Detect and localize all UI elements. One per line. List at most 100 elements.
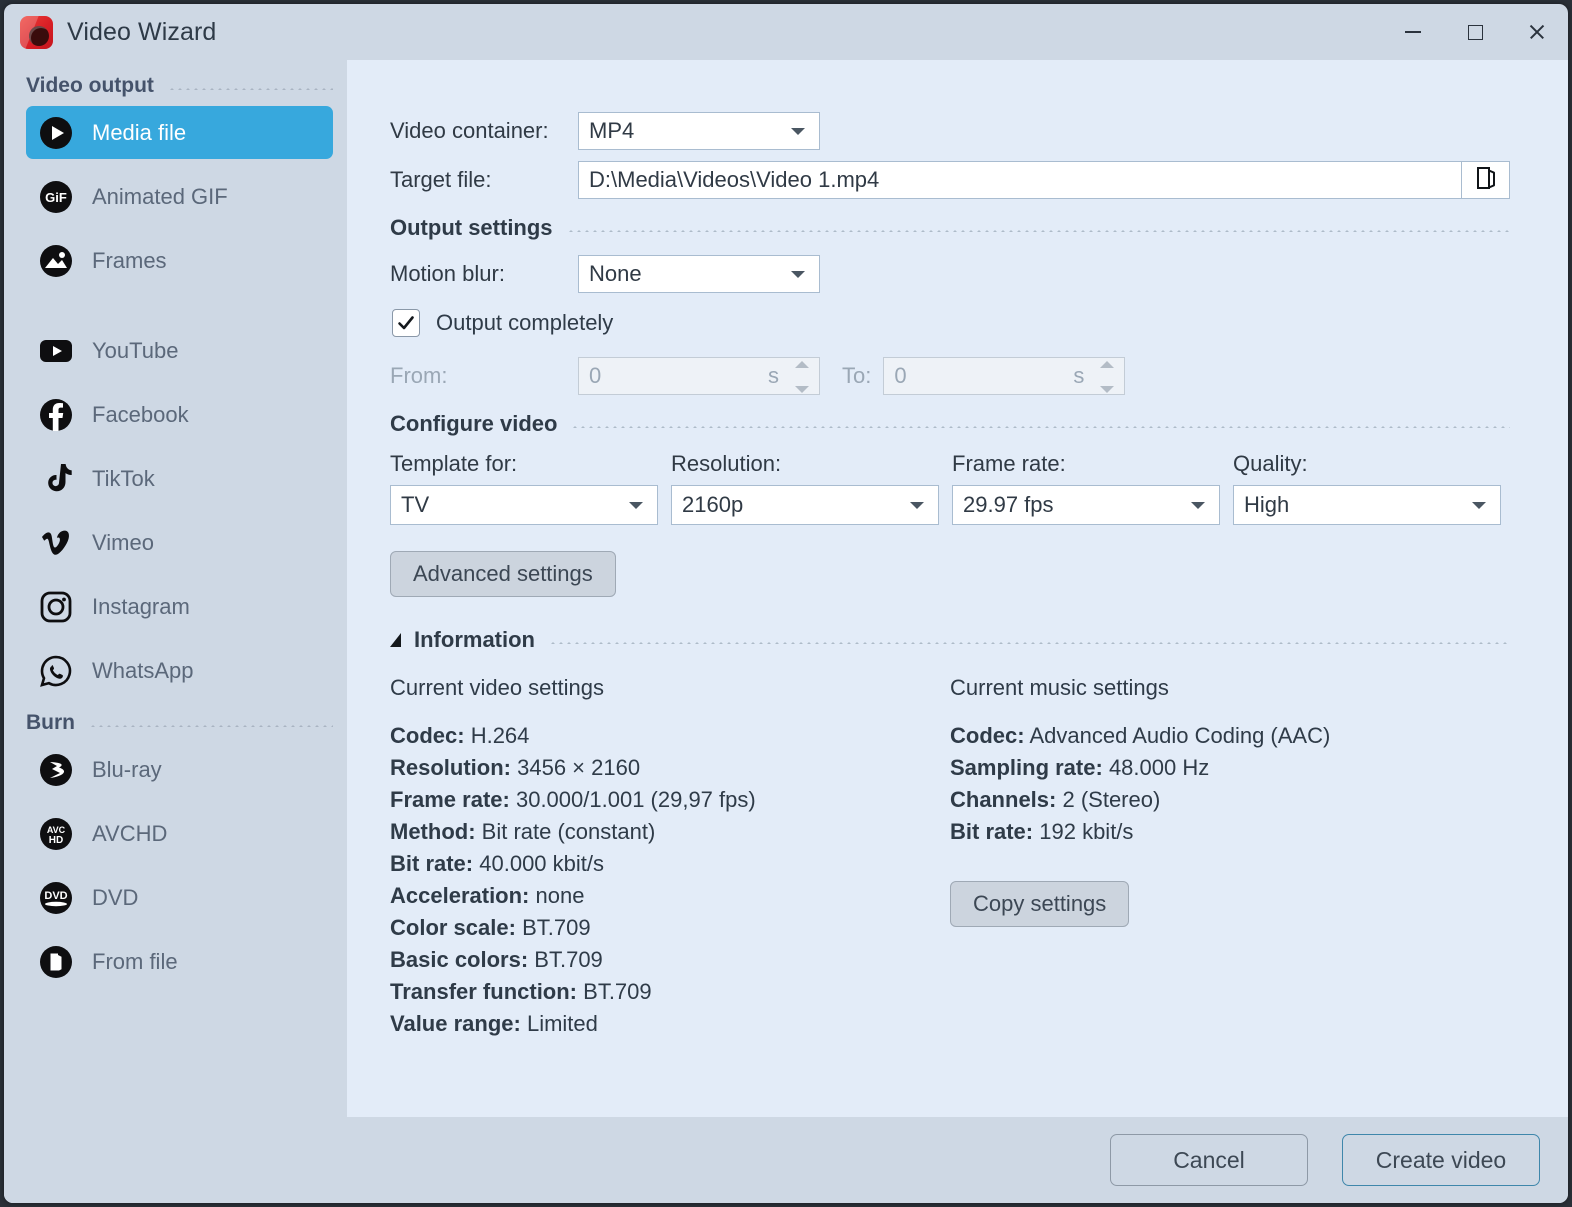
to-value: 0: [894, 363, 907, 388]
info-key: Bit rate:: [950, 819, 1034, 844]
info-row: Codec: Advanced Audio Coding (AAC): [950, 720, 1510, 752]
info-row: Transfer function: BT.709: [390, 976, 950, 1008]
sidebar-item-label: WhatsApp: [92, 657, 194, 683]
sidebar-item-label: Frames: [92, 247, 167, 273]
sidebar-item-vimeo[interactable]: Vimeo: [26, 516, 333, 569]
motion-blur-value: None: [589, 261, 642, 286]
target-file-row: Target file: D:\Media\Videos\Video 1.mp4: [390, 161, 1510, 199]
sidebar-item-tiktok[interactable]: TikTok: [26, 452, 333, 505]
frame-rate-value: 29.97 fps: [963, 492, 1054, 517]
sidebar-item-whatsapp[interactable]: WhatsApp: [26, 644, 333, 697]
stepper-up-icon[interactable]: [795, 361, 809, 368]
maximize-button[interactable]: [1444, 4, 1506, 60]
avchd-icon: AVC HD: [36, 814, 76, 854]
quality-select[interactable]: High: [1233, 485, 1501, 525]
template-for-label: Template for:: [390, 451, 518, 476]
info-key: Value range:: [390, 1011, 521, 1036]
info-value: 30.000/1.001 (29,97 fps): [515, 787, 756, 812]
close-button[interactable]: [1506, 4, 1568, 60]
checkmark-icon: [398, 316, 414, 330]
quality-value: High: [1244, 492, 1290, 517]
info-row: Resolution: 3456 × 2160: [390, 752, 950, 784]
frame-rate-select[interactable]: 29.97 fps: [952, 485, 1220, 525]
sidebar-item-label: Media file: [92, 119, 187, 145]
chevron-down-icon: [629, 502, 643, 509]
music-settings-list: Codec: Advanced Audio Coding (AAC) Sampl…: [950, 720, 1510, 848]
sidebar-section-burn: Burn: [26, 711, 333, 735]
info-key: Transfer function:: [390, 979, 578, 1004]
info-row: Codec: H.264: [390, 720, 950, 752]
dotted-divider: [167, 86, 333, 90]
play-circle-icon: [36, 113, 76, 153]
sidebar-item-blu-ray[interactable]: Blu-ray: [26, 743, 333, 796]
advanced-settings-button[interactable]: Advanced settings: [390, 551, 616, 597]
dotted-divider: [549, 639, 1510, 644]
create-video-button[interactable]: Create video: [1342, 1134, 1540, 1186]
sidebar-item-instagram[interactable]: Instagram: [26, 580, 333, 633]
video-wizard-window: Video Wizard Video output Media file GiF…: [4, 4, 1568, 1203]
info-row: Method: Bit rate (constant): [390, 816, 950, 848]
section-title: Video output: [26, 74, 154, 97]
info-row: Basic colors: BT.709: [390, 944, 950, 976]
output-settings-header: Output settings: [390, 215, 1510, 241]
info-key: Bit rate:: [390, 851, 474, 876]
resolution-field: Resolution: 2160p: [671, 451, 939, 525]
target-file-value: D:\Media\Videos\Video 1.mp4: [589, 167, 880, 192]
stepper-down-icon[interactable]: [795, 386, 809, 393]
info-row: Sampling rate: 48.000 Hz: [950, 752, 1510, 784]
svg-text:DVD: DVD: [44, 890, 67, 902]
info-value: BT.709: [583, 979, 652, 1004]
stepper-down-icon[interactable]: [1100, 386, 1115, 393]
dotted-divider: [566, 227, 1510, 232]
to-input[interactable]: 0 s: [883, 357, 1126, 395]
info-row: Acceleration: none: [390, 880, 950, 912]
sidebar-item-media-file[interactable]: Media file: [26, 106, 333, 159]
to-stepper[interactable]: [1096, 361, 1118, 393]
sidebar-item-from-file[interactable]: From file: [26, 935, 333, 988]
browse-target-file-button[interactable]: [1462, 161, 1510, 199]
info-row: Color scale: BT.709: [390, 912, 950, 944]
template-for-select[interactable]: TV: [390, 485, 658, 525]
target-file-input[interactable]: D:\Media\Videos\Video 1.mp4: [578, 161, 1462, 199]
video-settings-column: Current video settings Codec: H.264 Reso…: [390, 675, 950, 1040]
from-stepper[interactable]: [791, 361, 813, 393]
information-header[interactable]: Information: [390, 627, 1510, 653]
video-container-value: MP4: [589, 118, 635, 143]
sidebar-item-youtube[interactable]: YouTube: [26, 324, 333, 377]
sidebar-item-avchd[interactable]: AVC HD AVCHD: [26, 807, 333, 860]
template-for-field: Template for: TV: [390, 451, 658, 525]
chevron-down-icon: [1191, 502, 1205, 509]
sidebar-item-label: Instagram: [92, 593, 190, 619]
info-key: Method:: [390, 819, 476, 844]
copy-settings-button[interactable]: Copy settings: [950, 881, 1130, 927]
from-value: 0: [589, 363, 602, 388]
output-completely-checkbox[interactable]: [392, 309, 420, 337]
sidebar-item-dvd[interactable]: DVD DVD: [26, 871, 333, 924]
motion-blur-select[interactable]: None: [578, 255, 820, 293]
copy-settings-wrap: Copy settings: [950, 881, 1510, 927]
video-container-select[interactable]: MP4: [578, 112, 820, 150]
settings-form: Video container: MP4 Target file: D:\Med…: [347, 60, 1568, 1040]
sidebar-item-frames[interactable]: Frames: [26, 234, 333, 287]
video-container-label: Video container:: [390, 118, 549, 143]
sidebar-item-label: Vimeo: [92, 529, 154, 555]
youtube-icon: [36, 331, 76, 371]
stepper-up-icon[interactable]: [1100, 361, 1115, 368]
information-title: Information: [414, 627, 535, 652]
bluray-icon: [36, 750, 76, 790]
from-input[interactable]: 0 s: [578, 357, 820, 395]
resolution-select[interactable]: 2160p: [671, 485, 939, 525]
to-label: To:: [842, 363, 872, 388]
music-settings-column: Current music settings Codec: Advanced A…: [950, 675, 1510, 1040]
cancel-button[interactable]: Cancel: [1110, 1134, 1308, 1186]
chevron-down-icon: [1472, 502, 1486, 509]
minimize-button[interactable]: [1382, 4, 1444, 60]
info-value: none: [535, 883, 585, 908]
sidebar-item-animated-gif[interactable]: GiF Animated GIF: [26, 170, 333, 223]
output-completely-row[interactable]: Output completely: [392, 309, 1510, 337]
triangle-collapse-icon[interactable]: [390, 633, 401, 647]
sidebar-item-facebook[interactable]: Facebook: [26, 388, 333, 441]
info-value: 3456 × 2160: [517, 755, 641, 780]
info-row: Channels: 2 (Stereo): [950, 784, 1510, 816]
information-content: Current video settings Codec: H.264 Reso…: [390, 675, 1510, 1040]
